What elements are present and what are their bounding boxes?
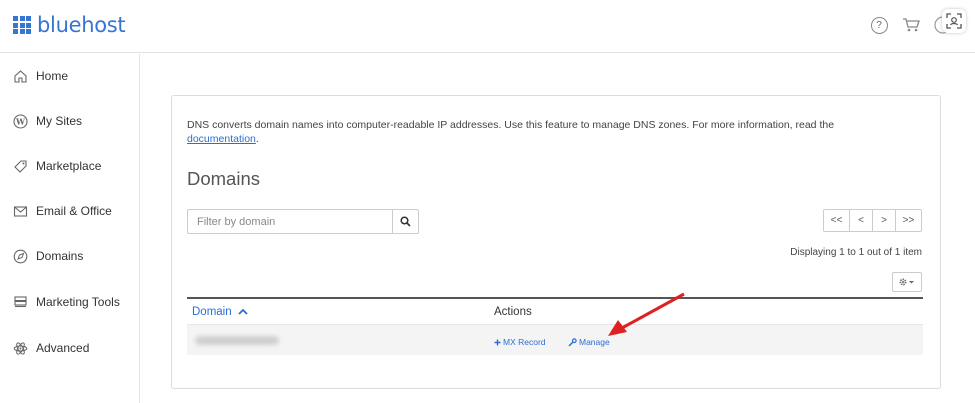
intro-text-body: DNS converts domain names into computer-… [187, 119, 835, 131]
sidebar-item-label: Marketplace [36, 159, 102, 173]
intro-text-end: . [255, 133, 259, 145]
sidebar-item-marketing-tools[interactable]: Marketing Tools [12, 294, 120, 310]
scan-button[interactable] [942, 9, 966, 33]
first-page-button[interactable]: << [823, 209, 850, 232]
compass-icon [12, 248, 28, 264]
sidebar: Home W My Sites Marketplace Email & Offi… [0, 54, 140, 403]
mx-record-link[interactable]: MX Record [494, 337, 546, 347]
cart-icon[interactable] [901, 15, 921, 35]
sidebar-item-domains[interactable]: Domains [12, 248, 83, 264]
help-icon[interactable]: ? [869, 15, 889, 35]
svg-text:W: W [15, 116, 26, 126]
next-page-button[interactable]: > [872, 209, 896, 232]
sidebar-item-label: My Sites [36, 114, 83, 128]
dns-panel: DNS converts domain names into computer-… [171, 95, 941, 389]
table-header: Domain Actions [187, 297, 923, 324]
atom-icon [12, 340, 28, 356]
scan-icon [946, 13, 962, 29]
top-header: bluehost ? [0, 0, 975, 53]
envelope-icon [12, 203, 28, 219]
sidebar-item-marketplace[interactable]: Marketplace [12, 158, 101, 174]
table-row: MX Record Manage [187, 324, 923, 355]
domain-column-header[interactable]: Domain [192, 306, 248, 318]
display-count: Displaying 1 to 1 out of 1 item [790, 247, 922, 258]
gear-icon [899, 278, 914, 286]
sidebar-item-home[interactable]: Home [12, 68, 68, 84]
help-badge: ? [870, 16, 888, 34]
sidebar-item-label: Advanced [36, 341, 90, 355]
filter-by-domain-input[interactable] [187, 209, 392, 234]
search-icon [400, 216, 411, 227]
settings-dropdown-button[interactable] [892, 272, 922, 292]
blurred-domain-name[interactable] [195, 336, 279, 345]
actions-column-header: Actions [494, 306, 532, 318]
header-icons: ? [857, 15, 953, 35]
wordpress-icon: W [12, 113, 28, 129]
sidebar-item-label: Domains [36, 249, 84, 263]
annotation-arrow [608, 292, 685, 336]
stack-icon [12, 294, 28, 310]
domains-table: Domain Actions MX Record Manage [187, 297, 923, 355]
wrench-icon [568, 337, 577, 347]
home-icon [12, 68, 28, 84]
documentation-link[interactable]: documentation [187, 133, 256, 145]
sidebar-item-label: Home [36, 69, 69, 83]
intro-text: DNS converts domain names into computer-… [187, 118, 907, 146]
sidebar-item-advanced[interactable]: Advanced [12, 340, 89, 356]
sidebar-item-my-sites[interactable]: W My Sites [12, 113, 82, 129]
bluehost-logo[interactable]: bluehost [13, 13, 126, 37]
search-button[interactable] [392, 209, 419, 234]
sidebar-item-email-office[interactable]: Email & Office [12, 203, 112, 219]
pagination: << < > >> [823, 209, 922, 232]
tag-icon [12, 158, 28, 174]
domain-header-label: Domain [192, 306, 232, 318]
last-page-button[interactable]: >> [895, 209, 922, 232]
domain-filter [187, 209, 419, 234]
prev-page-button[interactable]: < [849, 209, 873, 232]
sort-ascending-icon [238, 308, 248, 315]
logo-grid-icon [13, 16, 31, 34]
page-title: Domains [187, 168, 260, 189]
sidebar-item-label: Email & Office [36, 204, 112, 218]
logo-text: bluehost [37, 13, 126, 37]
mx-record-label: MX Record [503, 337, 546, 347]
plus-icon [494, 339, 501, 345]
sidebar-item-label: Marketing Tools [36, 295, 120, 309]
